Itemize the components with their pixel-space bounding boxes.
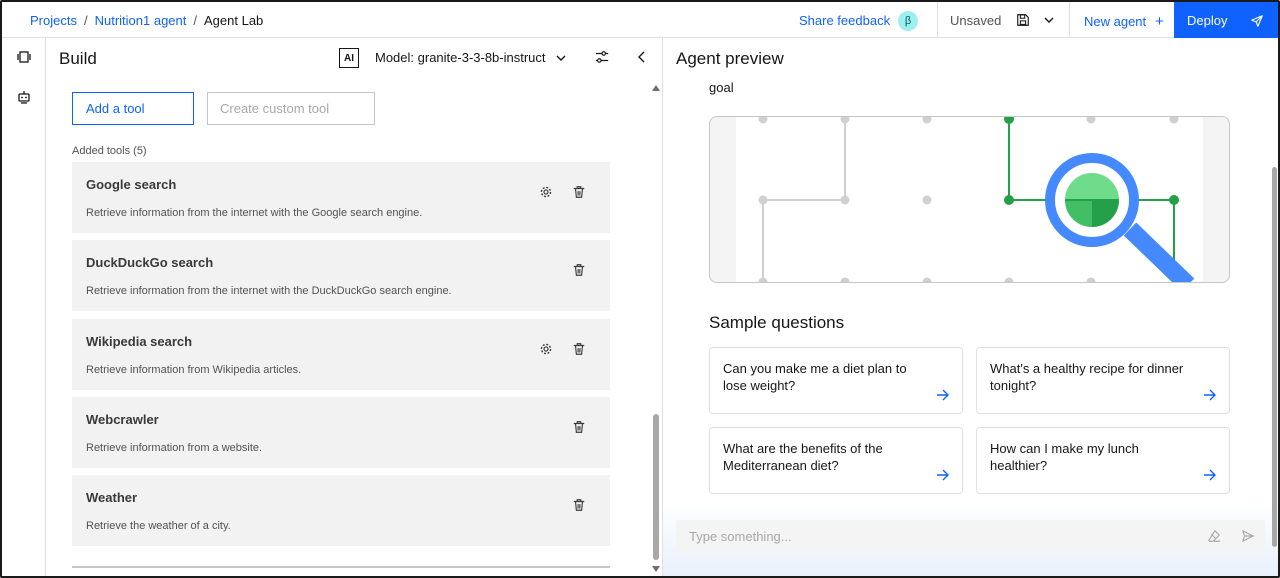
tool-name: Wikipedia search bbox=[86, 334, 193, 349]
tool-card: Webcrawler Retrieve information from a w… bbox=[72, 397, 610, 468]
deploy-button[interactable]: Deploy bbox=[1174, 2, 1278, 38]
new-agent-label: New agent bbox=[1084, 14, 1147, 29]
tool-description: Retrieve information from a website. bbox=[86, 442, 263, 454]
sample-question-card[interactable]: How can I make my lunch healthier? bbox=[976, 427, 1230, 494]
scrollbar-thumb[interactable] bbox=[1272, 167, 1277, 547]
trash-icon[interactable] bbox=[572, 185, 586, 199]
tool-card: Google search Retrieve information from … bbox=[72, 162, 610, 233]
search-illustration bbox=[709, 116, 1230, 283]
sample-question-text: Can you make me a diet plan to lose weig… bbox=[723, 361, 907, 393]
added-tools-label: Added tools (5) bbox=[72, 145, 147, 157]
tool-description: Retrieve information from the internet w… bbox=[86, 285, 452, 297]
deploy-label: Deploy bbox=[1187, 12, 1228, 28]
breadcrumb-projects[interactable]: Projects bbox=[30, 13, 77, 28]
tool-card: Weather Retrieve the weather of a city. bbox=[72, 475, 610, 546]
magnifier-illustration bbox=[736, 117, 1203, 282]
tool-name: Weather bbox=[86, 490, 138, 505]
chat-input[interactable] bbox=[676, 520, 1196, 552]
chevron-down-icon[interactable] bbox=[1043, 14, 1055, 26]
scroll-down-icon[interactable] bbox=[652, 566, 660, 572]
tool-card: Wikipedia search Retrieve information fr… bbox=[72, 319, 610, 390]
save-status: Unsaved bbox=[950, 13, 1002, 28]
scrollbar-thumb[interactable] bbox=[653, 414, 659, 560]
breadcrumb-current: Agent Lab bbox=[204, 12, 264, 28]
chevron-down-icon[interactable] bbox=[555, 52, 567, 64]
breadcrumb-separator: / bbox=[193, 12, 197, 28]
sample-question-card[interactable]: What are the benefits of the Mediterrane… bbox=[709, 427, 963, 494]
trash-icon[interactable] bbox=[572, 420, 586, 434]
agent-preview-panel: Agent preview goal Sample questions Can … bbox=[663, 38, 1278, 576]
share-feedback-link[interactable]: Share feedback bbox=[799, 13, 890, 28]
sample-questions-title: Sample questions bbox=[709, 313, 845, 332]
scroll-up-icon[interactable] bbox=[652, 85, 660, 91]
tool-card: DuckDuckGo search Retrieve information f… bbox=[72, 240, 610, 311]
send-icon[interactable] bbox=[1241, 529, 1255, 543]
gear-icon[interactable] bbox=[539, 185, 553, 199]
breadcrumb-project[interactable]: Nutrition1 agent bbox=[95, 13, 187, 28]
bot-icon[interactable] bbox=[16, 89, 32, 105]
chevron-left-icon[interactable] bbox=[636, 50, 648, 64]
preview-header: Agent preview bbox=[663, 38, 1278, 78]
ai-badge: AI bbox=[339, 48, 359, 68]
trash-icon[interactable] bbox=[572, 342, 586, 356]
header-divider bbox=[937, 2, 938, 38]
sample-question-card[interactable]: Can you make me a diet plan to lose weig… bbox=[709, 347, 963, 414]
breadcrumb-separator: / bbox=[83, 12, 88, 28]
sample-question-text: What's a healthy recipe for dinner tonig… bbox=[990, 361, 1184, 393]
arrow-right-icon bbox=[937, 389, 949, 401]
chat-input-container bbox=[676, 520, 1265, 552]
create-custom-tool-button[interactable]: Create custom tool bbox=[207, 92, 375, 125]
tool-description: Retrieve the weather of a city. bbox=[86, 520, 231, 532]
sample-question-text: How can I make my lunch healthier? bbox=[990, 441, 1139, 473]
app-window: Projects / Nutrition1 agent / Agent Lab … bbox=[0, 0, 1280, 578]
build-header: Build AI Model: granite-3-3-8b-instruct bbox=[46, 38, 662, 78]
tool-description: Retrieve information from Wikipedia arti… bbox=[86, 364, 302, 376]
arrow-right-icon bbox=[937, 469, 949, 481]
eraser-icon[interactable] bbox=[1207, 529, 1221, 543]
build-title: Build bbox=[59, 49, 97, 68]
header-divider bbox=[1069, 2, 1070, 38]
tool-name: DuckDuckGo search bbox=[86, 255, 214, 270]
goal-text: goal bbox=[709, 80, 734, 95]
arrow-right-icon bbox=[1204, 469, 1216, 481]
top-header: Projects / Nutrition1 agent / Agent Lab … bbox=[2, 2, 1278, 38]
new-agent-button[interactable]: New agent + bbox=[1084, 13, 1164, 30]
save-icon[interactable] bbox=[1016, 13, 1030, 27]
send-icon bbox=[1251, 15, 1263, 27]
add-tool-button[interactable]: Add a tool bbox=[72, 92, 194, 125]
tool-description: Retrieve information from the internet w… bbox=[86, 207, 423, 219]
sample-question-text: What are the benefits of the Mediterrane… bbox=[723, 441, 883, 473]
left-rail bbox=[2, 38, 46, 576]
preview-scrollbar[interactable] bbox=[1270, 78, 1278, 576]
build-panel: Add a tool Create custom tool Added tool… bbox=[46, 78, 662, 576]
arrow-right-icon bbox=[1204, 389, 1216, 401]
list-divider bbox=[72, 566, 610, 568]
trash-icon[interactable] bbox=[572, 263, 586, 277]
trash-icon[interactable] bbox=[572, 498, 586, 512]
gear-icon[interactable] bbox=[539, 342, 553, 356]
breadcrumb: Projects / Nutrition1 agent / Agent Lab bbox=[30, 2, 263, 38]
plus-icon: + bbox=[1155, 13, 1164, 30]
beta-badge: β bbox=[898, 11, 918, 31]
tool-name: Webcrawler bbox=[86, 412, 159, 427]
build-scrollbar[interactable] bbox=[650, 82, 662, 576]
tool-name: Google search bbox=[86, 177, 177, 192]
settings-adjust-icon[interactable] bbox=[595, 50, 609, 64]
sample-question-card[interactable]: What's a healthy recipe for dinner tonig… bbox=[976, 347, 1230, 414]
build-icon[interactable] bbox=[16, 49, 32, 65]
preview-title: Agent preview bbox=[676, 49, 784, 68]
model-selector[interactable]: Model: granite-3-3-8b-instruct bbox=[375, 50, 546, 65]
